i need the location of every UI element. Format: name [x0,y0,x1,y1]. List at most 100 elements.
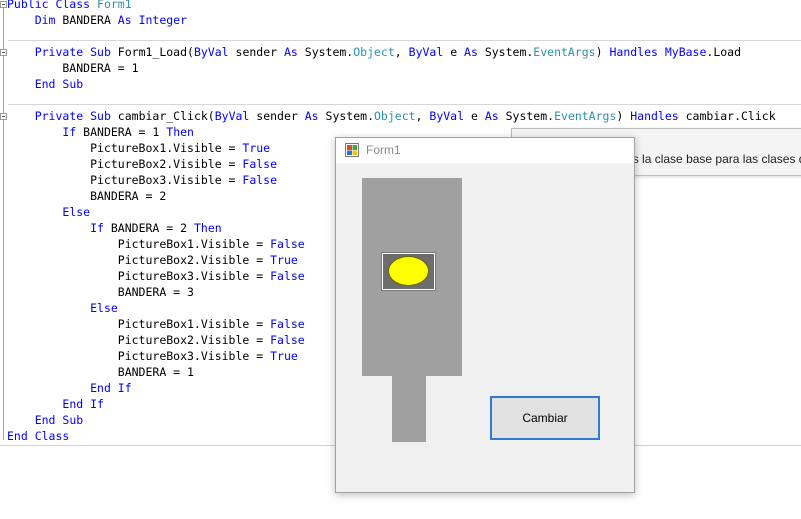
code-token: PictureBox3.Visible = [7,349,271,363]
code-token: PictureBox2.Visible = [7,253,271,267]
code-token: EventArgs [533,45,596,59]
code-token: ByVal [193,45,236,59]
code-token: Else [90,301,118,315]
code-token: System. [325,109,374,123]
code-token: End Class [7,429,70,443]
code-token: BANDERA = 2 [7,189,167,203]
code-token: , [394,45,409,59]
code-token: , [415,109,430,123]
picturebox-yellow-light [381,252,436,291]
code-token: True [242,141,271,155]
code-token: PictureBox1.Visible = [7,141,243,155]
code-token: Then [193,221,222,235]
code-token: ) [616,109,631,123]
code-token: BANDERA = 1 [83,125,167,139]
code-token: ) [595,45,610,59]
code-token: Form1 [97,0,132,11]
code-line: Public Class Form1 [7,0,776,12]
window-title: Form1 [366,143,401,157]
traffic-light-pole [392,376,426,442]
collapse-load-sub-icon[interactable] [0,49,7,56]
code-token: MyBase [664,45,707,59]
code-token: cambiar.Click [685,109,776,123]
cambiar-button[interactable]: Cambiar [490,396,600,440]
code-token: PictureBox2.Visible = [7,333,271,347]
code-token: BANDERA [62,13,118,27]
code-token: Object [353,45,395,59]
code-token: Private Sub [34,109,118,123]
code-token: BANDERA = 2 [110,221,194,235]
code-token: True [270,253,298,267]
code-token: False [242,173,278,187]
code-token: As Integer [117,13,188,27]
code-token: As [304,109,326,123]
code-token: End Sub [34,77,84,91]
code-token: BANDERA = 3 [7,285,194,299]
code-token: If [90,221,111,235]
code-line: End Sub [7,76,776,92]
code-line: Private Sub Form1_Load(ByVal sender As S… [7,44,776,60]
code-token: ByVal [214,109,257,123]
code-token: PictureBox3.Visible = [7,173,243,187]
code-token: As [283,45,305,59]
code-token: True [270,349,298,363]
code-token: False [270,269,305,283]
code-token: False [242,157,278,171]
form1-window[interactable]: Form1 Cambiar [335,137,635,493]
code-token: e [470,109,485,123]
code-token: PictureBox1.Visible = [7,237,271,251]
windows-form-icon [345,143,359,157]
code-token: Private Sub [34,45,118,59]
code-token: End Sub [34,413,84,427]
code-token: PictureBox2.Visible = [7,157,243,171]
outline-margin [3,4,4,440]
code-token: Handles [630,109,686,123]
code-token: BANDERA = 1 [7,61,139,75]
code-token: Dim [34,13,63,27]
code-token: PictureBox3.Visible = [7,269,271,283]
code-line: Dim BANDERA As Integer [7,12,776,28]
code-token: End If [90,381,132,395]
code-token: System. [484,45,534,59]
code-token: sender [256,109,305,123]
code-token: ByVal [408,45,451,59]
code-token: Else [62,205,91,219]
code-token: EventArgs [554,109,617,123]
code-token: False [270,237,305,251]
code-token: BANDERA = 1 [7,365,194,379]
code-token: e [450,45,465,59]
title-bar[interactable]: Form1 [336,138,634,163]
code-token: cambiar_Click( [117,109,215,123]
code-token: False [270,317,305,331]
code-token: System. [505,109,555,123]
code-token: False [270,333,305,347]
code-token: ByVal [429,109,471,123]
code-token: Object [374,109,416,123]
code-line: Private Sub cambiar_Click(ByVal sender A… [7,108,776,124]
collapse-class-icon[interactable] [0,1,7,8]
code-token: Then [166,125,194,139]
code-token: Handles [609,45,665,59]
code-line: BANDERA = 1 [7,60,776,76]
code-token: Public Class [7,0,98,11]
code-token: PictureBox1.Visible = [7,317,271,331]
code-token: System. [304,45,354,59]
collapse-click-sub-icon[interactable] [0,113,7,120]
code-token: As [484,109,506,123]
code-token: .Load [706,45,742,59]
code-token: Form1_Load( [117,45,194,59]
code-token: sender [235,45,284,59]
